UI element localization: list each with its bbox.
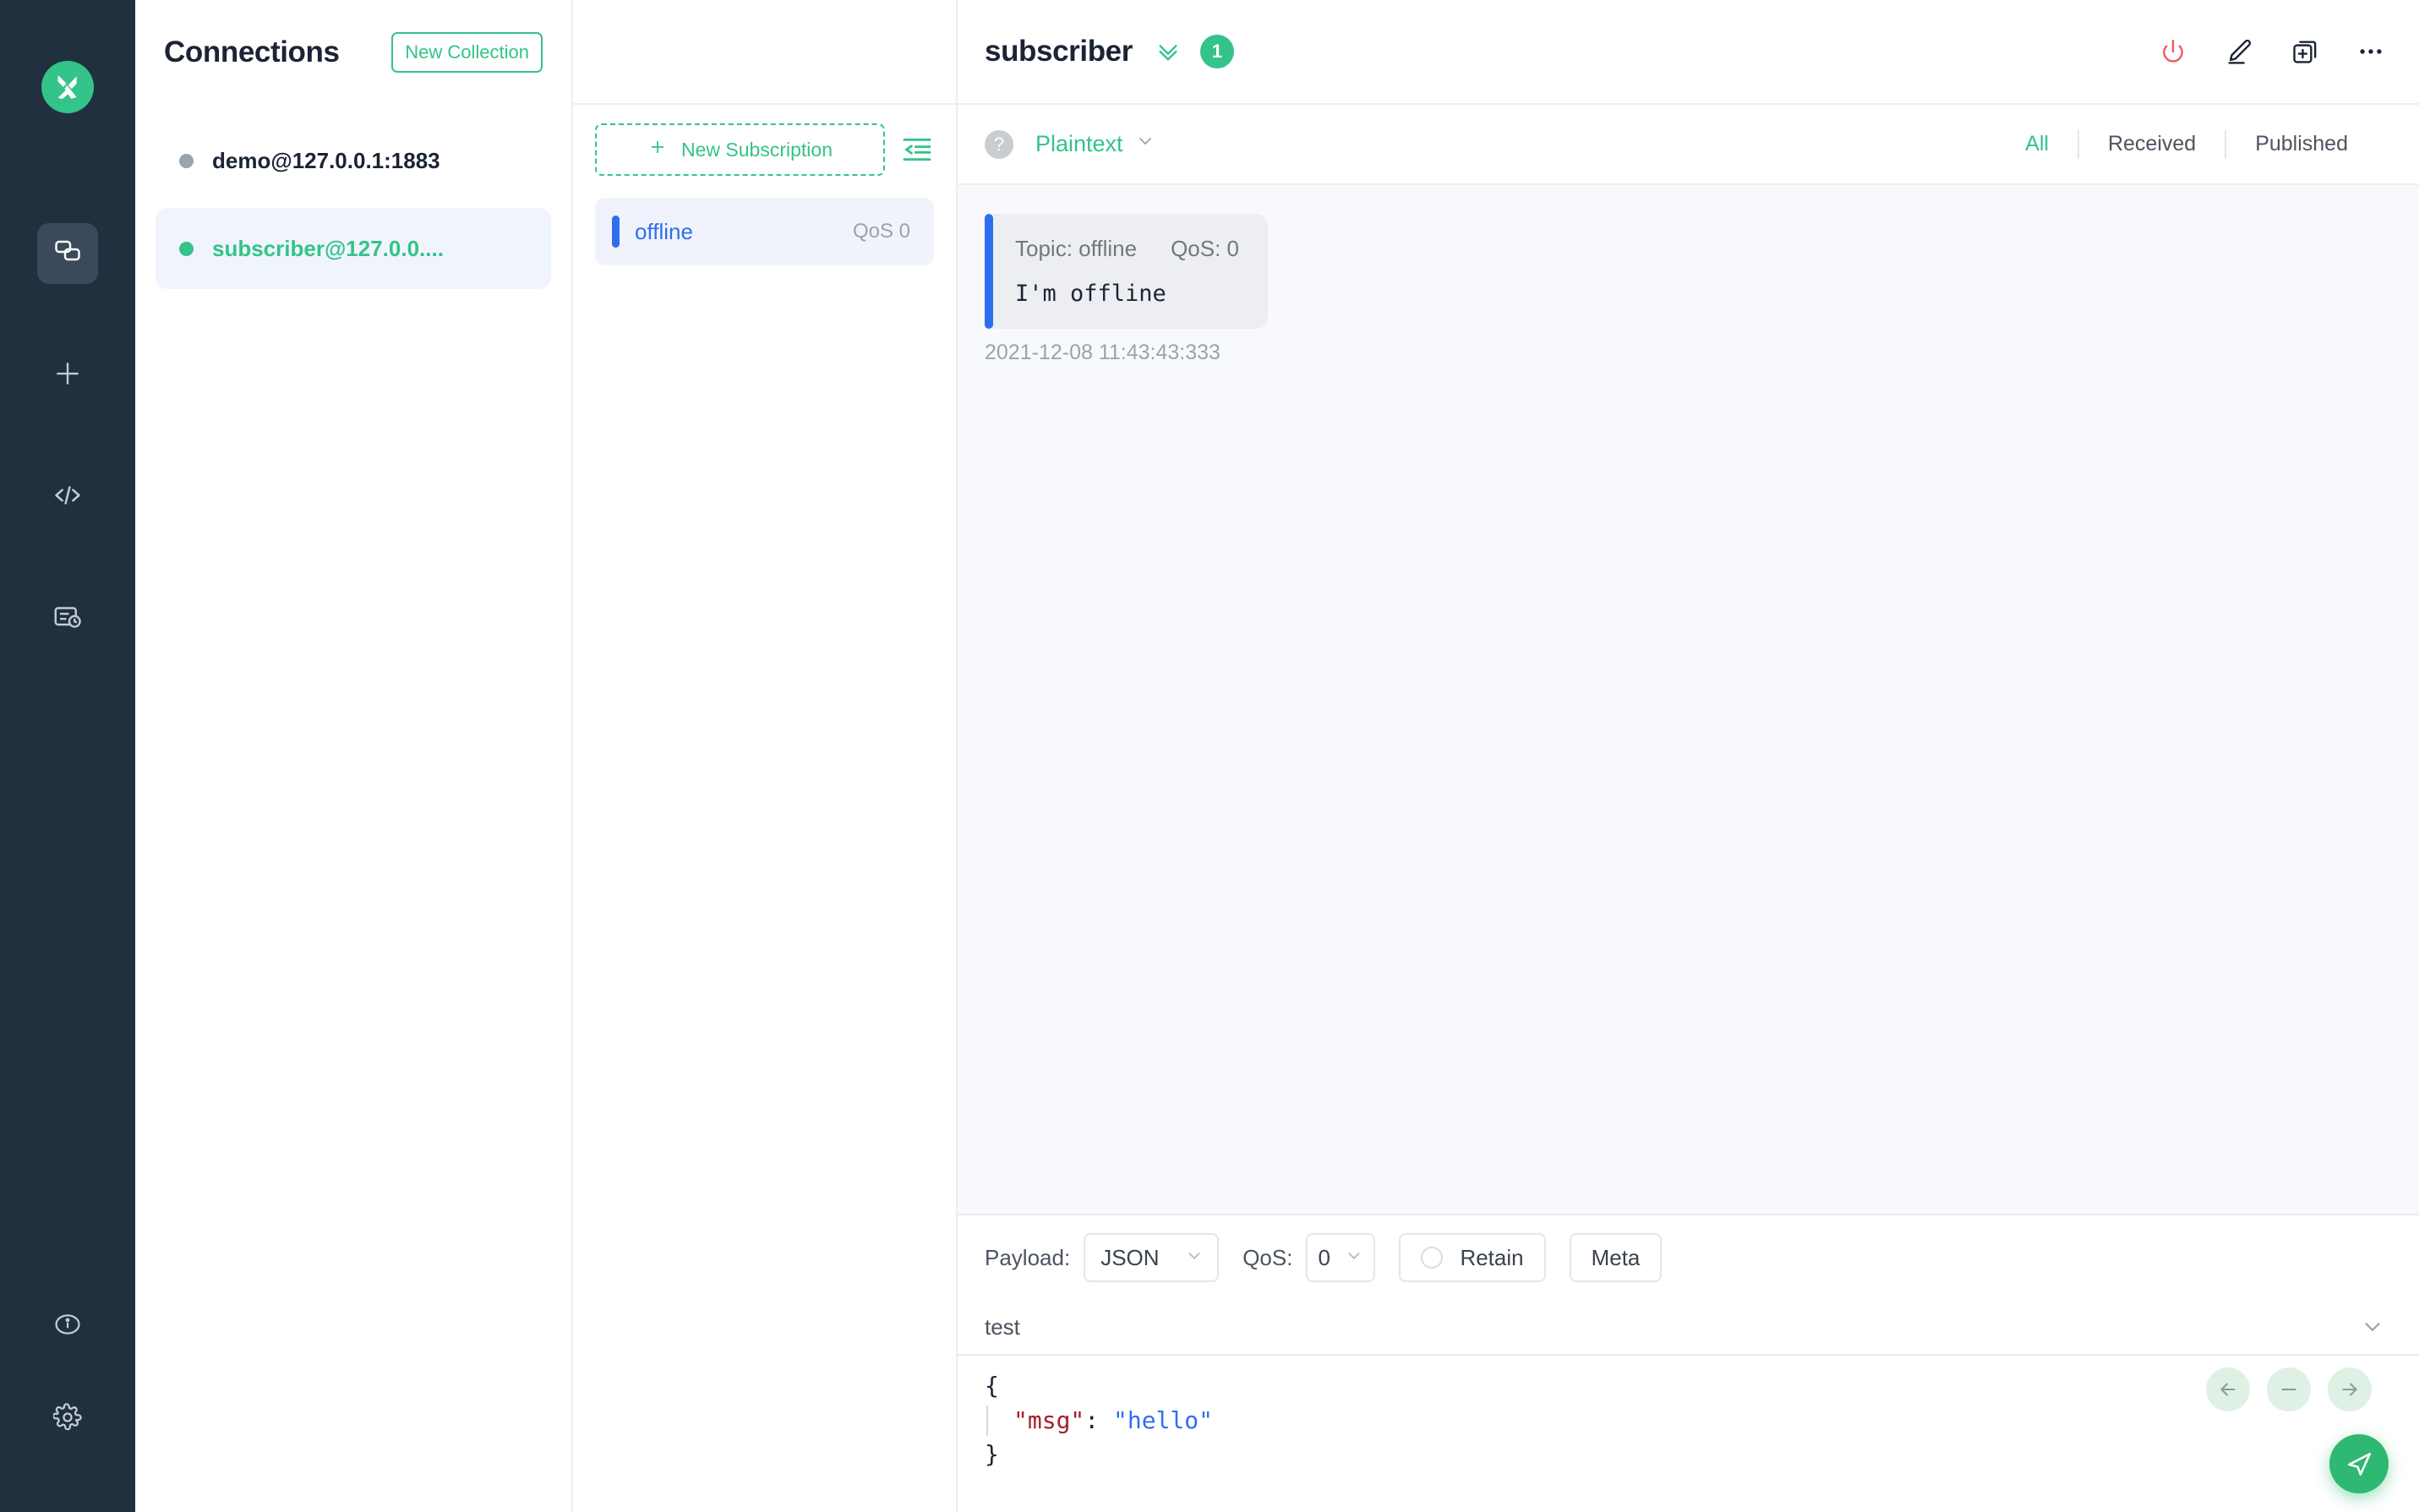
question-mark-icon[interactable]: ? xyxy=(985,130,1013,159)
rail-bottom-icons xyxy=(0,1296,135,1512)
payload-label: Payload: xyxy=(985,1245,1070,1271)
connections-header: Connections New Collection xyxy=(135,0,571,105)
chevron-down-icon xyxy=(1345,1245,1363,1271)
code-icon xyxy=(52,479,84,516)
meta-label: Meta xyxy=(1592,1245,1641,1271)
connection-title: subscriber xyxy=(985,35,1133,68)
minus-icon[interactable] xyxy=(2267,1367,2311,1411)
status-dot-offline xyxy=(179,154,194,168)
new-collection-button[interactable]: New Collection xyxy=(391,32,543,73)
subscription-qos: QoS 0 xyxy=(853,220,910,243)
subscription-topic: offline xyxy=(635,219,693,245)
publish-qos-value: 0 xyxy=(1318,1245,1330,1271)
double-chevron-down-icon[interactable] xyxy=(1155,38,1182,65)
code-line-close: } xyxy=(985,1438,2385,1472)
publish-payload-format-select[interactable]: JSON xyxy=(1084,1233,1219,1282)
message-bubble[interactable]: Topic: offline QoS: 0 I'm offline xyxy=(985,214,1268,329)
next-arrow-icon[interactable] xyxy=(2328,1367,2372,1411)
subscriptions-action-row: New Subscription xyxy=(595,123,934,176)
connection-item-subscriber[interactable]: subscriber@127.0.0.... xyxy=(156,208,551,289)
publish-payload-format-value: JSON xyxy=(1100,1245,1159,1271)
message-timestamp: 2021-12-08 11:43:43:333 xyxy=(985,341,1268,365)
publish-bar: Payload: JSON QoS: 0 xyxy=(958,1214,2419,1512)
rail-item-about[interactable] xyxy=(37,1296,98,1356)
plus-icon xyxy=(647,137,668,162)
rail-main-icons xyxy=(0,223,135,710)
send-paper-plane-icon[interactable] xyxy=(2329,1434,2389,1493)
new-window-icon[interactable] xyxy=(2291,37,2319,66)
subscriptions-header-spacer xyxy=(573,0,956,105)
subscription-color-bar xyxy=(612,216,620,248)
publish-topic-input[interactable]: test xyxy=(985,1314,1020,1340)
message-area: ? Plaintext All Received Published xyxy=(958,105,2419,1512)
message-payload: I'm offline xyxy=(1015,281,1239,307)
filter-all[interactable]: All xyxy=(1996,132,2078,156)
rail-item-log[interactable] xyxy=(37,588,98,649)
connection-label: demo@127.0.0.1:1883 xyxy=(212,148,440,174)
publish-qos-select[interactable]: 0 xyxy=(1306,1233,1375,1282)
collapse-left-icon[interactable] xyxy=(900,133,934,166)
log-history-icon xyxy=(52,602,83,636)
json-key: "msg" xyxy=(1013,1406,1084,1434)
new-subscription-button[interactable]: New Subscription xyxy=(595,123,885,176)
connection-item-demo[interactable]: demo@127.0.0.1:1883 xyxy=(156,120,551,201)
main-header: subscriber 1 xyxy=(958,0,2419,105)
qos-label: QoS: xyxy=(1242,1245,1292,1271)
status-dot-online xyxy=(179,242,194,256)
connections-icon xyxy=(52,237,83,271)
retain-label: Retain xyxy=(1460,1245,1523,1271)
plus-icon xyxy=(52,358,84,394)
chevron-down-icon xyxy=(1135,131,1155,157)
publish-topic-row[interactable]: test xyxy=(958,1300,2419,1356)
edit-pencil-icon[interactable] xyxy=(2225,37,2253,66)
connections-list: demo@127.0.0.1:1883 subscriber@127.0.0..… xyxy=(135,105,571,296)
json-value: "hello" xyxy=(1113,1406,1213,1434)
editor-nav-buttons xyxy=(2206,1367,2372,1411)
app-root: Connections New Collection demo@127.0.0.… xyxy=(0,0,2419,1512)
payload-format-selector[interactable]: Plaintext xyxy=(1035,131,1155,157)
rail-item-new-connection[interactable] xyxy=(37,345,98,406)
message-list: Topic: offline QoS: 0 I'm offline 2021-1… xyxy=(958,185,2419,1214)
filter-published[interactable]: Published xyxy=(2226,132,2377,156)
prev-arrow-icon[interactable] xyxy=(2206,1367,2250,1411)
message-topic: Topic: offline xyxy=(1015,236,1137,262)
page-title: Connections xyxy=(164,35,340,69)
chevron-down-icon xyxy=(1185,1245,1204,1271)
message-toolbar: ? Plaintext All Received Published xyxy=(958,105,2419,185)
power-icon[interactable] xyxy=(2159,37,2187,66)
new-subscription-label: New Subscription xyxy=(681,139,833,161)
message-item: Topic: offline QoS: 0 I'm offline 2021-1… xyxy=(985,214,1268,365)
code-line-pair: "msg": "hello" xyxy=(985,1404,2385,1438)
more-options-icon[interactable] xyxy=(2356,37,2385,66)
retain-toggle[interactable]: Retain xyxy=(1399,1233,1545,1282)
meta-button[interactable]: Meta xyxy=(1570,1233,1663,1282)
radio-circle-icon xyxy=(1421,1247,1443,1269)
subscriptions-panel: New Subscription offline xyxy=(573,0,958,1512)
code-line-open: { xyxy=(985,1369,2385,1404)
json-colon: : xyxy=(1084,1406,1099,1434)
mqttx-logo-icon xyxy=(41,61,94,113)
filter-received[interactable]: Received xyxy=(2079,132,2225,156)
main-panel: subscriber 1 xyxy=(958,0,2419,1512)
subscriptions-body: New Subscription offline xyxy=(573,105,956,1512)
rail-item-scripts[interactable] xyxy=(37,467,98,527)
message-qos: QoS: 0 xyxy=(1171,236,1239,262)
info-icon xyxy=(53,1310,82,1343)
rail-item-settings[interactable] xyxy=(37,1389,98,1449)
left-icon-rail xyxy=(0,0,135,1512)
header-actions xyxy=(2159,37,2385,66)
subscription-item[interactable]: offline QoS 0 xyxy=(595,198,934,265)
gear-icon xyxy=(53,1403,82,1436)
connection-label: subscriber@127.0.0.... xyxy=(212,236,444,262)
rail-item-connections[interactable] xyxy=(37,223,98,284)
chevron-down-icon[interactable] xyxy=(2360,1314,2385,1340)
publish-options-row: Payload: JSON QoS: 0 xyxy=(958,1215,2419,1300)
publish-payload-editor[interactable]: { "msg": "hello" } xyxy=(958,1356,2419,1512)
message-count-badge: 1 xyxy=(1200,35,1234,68)
payload-format-label: Plaintext xyxy=(1035,131,1123,157)
connections-panel: Connections New Collection demo@127.0.0.… xyxy=(135,0,573,1512)
subscription-left: offline xyxy=(612,216,693,248)
message-filters: All Received Published xyxy=(1996,130,2377,159)
message-meta: Topic: offline QoS: 0 xyxy=(1015,236,1239,262)
